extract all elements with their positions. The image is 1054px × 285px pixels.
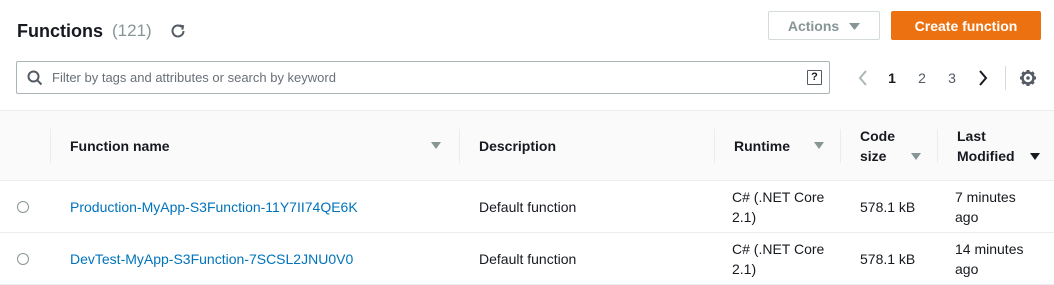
actions-label: Actions bbox=[787, 17, 840, 34]
last-modified-cell: 14 minutes ago bbox=[955, 240, 1024, 277]
table-row[interactable]: DevTest-MyApp-S3Function-7SCSL2JNU0V0 De… bbox=[0, 233, 1054, 285]
create-function-button[interactable]: Create function bbox=[891, 11, 1041, 40]
column-label: Last Modified bbox=[957, 127, 1015, 164]
refresh-icon[interactable] bbox=[169, 22, 187, 40]
pagination-divider bbox=[1005, 66, 1006, 90]
column-label: Function name bbox=[70, 137, 170, 154]
function-count: (121) bbox=[112, 21, 152, 40]
page-2-button[interactable]: 2 bbox=[914, 66, 930, 90]
runtime-cell: C# (.NET Core 2.1) bbox=[732, 188, 825, 225]
column-label: Description bbox=[479, 137, 557, 154]
actions-button[interactable]: Actions bbox=[768, 11, 880, 40]
column-header-runtime[interactable]: Runtime bbox=[714, 110, 840, 181]
column-header-function-name[interactable]: Function name bbox=[50, 110, 459, 181]
column-label: Runtime bbox=[734, 137, 790, 154]
gear-icon[interactable] bbox=[1018, 66, 1038, 90]
runtime-cell: C# (.NET Core 2.1) bbox=[732, 240, 825, 277]
search-bar: ? bbox=[16, 61, 830, 94]
function-name-link[interactable]: DevTest-MyApp-S3Function-7SCSL2JNU0V0 bbox=[70, 251, 353, 267]
chevron-right-icon[interactable] bbox=[973, 66, 993, 90]
description-cell: Default function bbox=[479, 250, 577, 267]
row-select-radio[interactable] bbox=[17, 252, 29, 265]
sort-icon[interactable] bbox=[911, 152, 921, 160]
code-size-cell: 578.1 kB bbox=[860, 250, 916, 267]
table-row[interactable]: Production-MyApp-S3Function-11Y7II74QE6K… bbox=[0, 181, 1054, 233]
row-select-radio[interactable] bbox=[17, 200, 29, 213]
last-modified-cell: 7 minutes ago bbox=[955, 188, 1016, 225]
page-1-button[interactable]: 1 bbox=[884, 66, 900, 90]
column-header-description[interactable]: Description bbox=[459, 110, 714, 181]
column-divider bbox=[714, 129, 715, 163]
select-column-header bbox=[0, 110, 50, 181]
column-divider bbox=[459, 129, 460, 163]
column-label: Code size bbox=[860, 127, 895, 164]
description-cell: Default function bbox=[479, 198, 577, 215]
page-3-button[interactable]: 3 bbox=[944, 66, 960, 90]
table-header-row: Function name Description Runtime Code s… bbox=[0, 110, 1054, 181]
sort-icon[interactable] bbox=[814, 142, 824, 149]
code-size-cell: 578.1 kB bbox=[860, 198, 916, 215]
sort-active-icon[interactable] bbox=[1030, 152, 1040, 160]
function-name-link[interactable]: Production-MyApp-S3Function-11Y7II74QE6K bbox=[70, 199, 358, 215]
help-icon[interactable]: ? bbox=[807, 70, 822, 85]
caret-down-icon bbox=[849, 18, 861, 34]
page-title: Functions bbox=[17, 20, 103, 41]
column-divider bbox=[937, 129, 938, 163]
sort-icon[interactable] bbox=[431, 142, 441, 149]
column-header-last-modified[interactable]: Last Modified bbox=[937, 110, 1054, 181]
column-divider bbox=[50, 129, 51, 163]
column-header-code-size[interactable]: Code size bbox=[840, 110, 937, 181]
page-header: Functions (121) bbox=[17, 18, 187, 44]
column-divider bbox=[840, 129, 841, 163]
search-icon bbox=[27, 70, 43, 91]
functions-table: Function name Description Runtime Code s… bbox=[0, 110, 1054, 285]
search-input[interactable] bbox=[52, 62, 812, 93]
chevron-left-icon[interactable] bbox=[853, 66, 873, 90]
